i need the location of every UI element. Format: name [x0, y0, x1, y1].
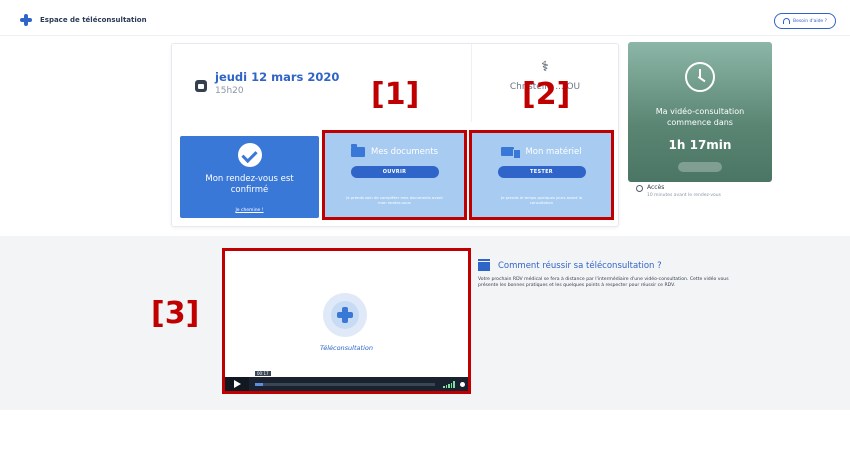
volume-icon[interactable]: [443, 380, 455, 388]
how-to-title: Comment réussir sa téléconsultation ?: [498, 261, 662, 271]
video-controls: 00:17: [225, 371, 468, 391]
how-to-block: Comment réussir sa téléconsultation ? Vo…: [478, 258, 748, 290]
video-caption: Téléconsultation: [320, 344, 373, 352]
help-label: Besoin d'aide ?: [792, 18, 828, 24]
video-progress-bar[interactable]: [255, 382, 435, 386]
teleconsultation-page: Espace de téléconsultation Besoin d'aide…: [0, 0, 850, 461]
access-info: Accès 10 minutes avant le rendez-vous: [636, 184, 721, 198]
clock-icon: [685, 62, 715, 92]
play-icon[interactable]: [225, 377, 249, 391]
confirmation-text: Mon rendez-vous est confirmé: [205, 174, 294, 195]
annotation-marker-2: [2]: [522, 77, 571, 112]
video-player[interactable]: Téléconsultation 00:17: [222, 248, 471, 394]
countdown-value: 1h 17min: [668, 138, 732, 152]
teleconsultation-logo: [323, 293, 367, 337]
confirmation-link[interactable]: Je chemine !: [235, 208, 263, 213]
headset-icon: [782, 18, 790, 24]
clapperboard-icon: [478, 258, 490, 271]
info-circle-icon: [636, 185, 643, 192]
check-icon: [237, 143, 262, 167]
brand[interactable]: Espace de téléconsultation: [20, 14, 147, 26]
annotation-marker-1: [1]: [371, 77, 420, 112]
how-to-text: Votre prochain RDV médical se fera à dis…: [478, 277, 729, 289]
video-timestamp: 00:17: [255, 371, 271, 376]
access-subtitle: 10 minutes avant le rendez-vous: [647, 193, 721, 198]
stethoscope-icon: ⚕: [541, 59, 549, 75]
annotation-frame-1: [322, 130, 467, 220]
countdown-label: Ma vidéo-consultation commence dans: [655, 107, 745, 127]
gear-icon[interactable]: [459, 381, 465, 387]
join-button[interactable]: [678, 162, 722, 172]
annotation-marker-3: [3]: [151, 296, 200, 331]
help-button[interactable]: Besoin d'aide ?: [774, 13, 836, 29]
confirmation-box: Mon rendez-vous est confirmé Je chemine …: [180, 136, 319, 218]
appointment-date: jeudi 12 mars 2020: [215, 70, 340, 84]
appointment-time: 15h20: [215, 86, 244, 96]
appointment-date-block: jeudi 12 mars 2020 15h20: [195, 70, 339, 96]
access-title: Accès: [647, 184, 665, 191]
countdown-card: Ma vidéo-consultation commence dans 1h 1…: [628, 42, 772, 182]
top-header: Espace de téléconsultation Besoin d'aide…: [0, 0, 850, 36]
brand-label: Espace de téléconsultation: [40, 16, 147, 24]
annotation-frame-2: [469, 130, 614, 220]
medical-cross-icon: [20, 14, 32, 26]
calendar-icon: [195, 80, 207, 92]
medical-cross-icon: [337, 307, 353, 323]
